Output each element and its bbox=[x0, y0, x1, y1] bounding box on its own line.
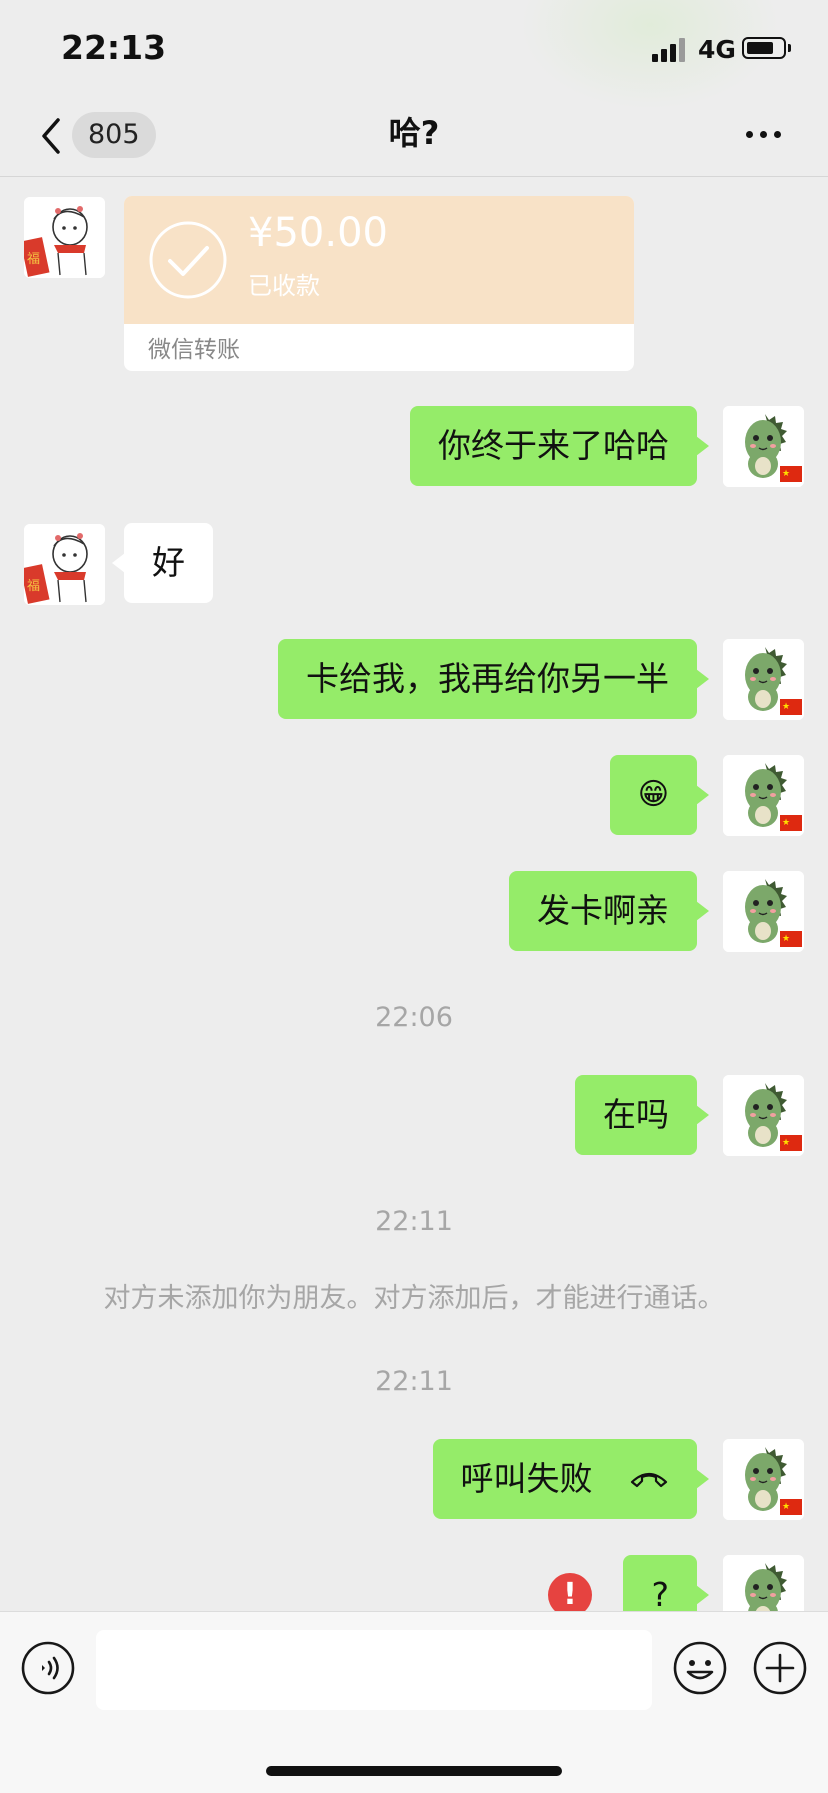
dinosaur-avatar-icon: ★ bbox=[723, 871, 804, 952]
emoji-icon[interactable] bbox=[672, 1640, 728, 1696]
dinosaur-avatar-icon: ★ bbox=[723, 406, 804, 487]
my-avatar[interactable]: ★ bbox=[723, 871, 804, 952]
dinosaur-avatar-icon: ★ bbox=[723, 1555, 804, 1611]
message-timestamp: 22:11 bbox=[375, 1366, 453, 1397]
phone-hangup-icon bbox=[630, 1472, 668, 1487]
svg-text:福: 福 bbox=[27, 579, 40, 594]
incoming-message-bubble[interactable]: 好 bbox=[112, 523, 213, 603]
outgoing-message-bubble[interactable]: 发卡啊亲 bbox=[509, 871, 709, 951]
svg-text:★: ★ bbox=[782, 818, 790, 828]
dinosaur-avatar-icon: ★ bbox=[723, 755, 804, 836]
my-avatar[interactable]: ★ bbox=[723, 406, 804, 487]
message-input[interactable] bbox=[96, 1630, 652, 1710]
dinosaur-avatar-icon: ★ bbox=[723, 1439, 804, 1520]
battery-level bbox=[747, 42, 773, 54]
svg-text:★: ★ bbox=[782, 702, 790, 712]
status-bar: 22:13 4G bbox=[0, 0, 828, 110]
outgoing-message-bubble[interactable]: 在吗 bbox=[575, 1075, 709, 1155]
svg-text:福: 福 bbox=[27, 252, 40, 267]
transfer-card[interactable]: ¥50.00 已收款 微信转账 bbox=[124, 196, 634, 371]
plus-icon[interactable] bbox=[752, 1640, 808, 1696]
outgoing-message-bubble[interactable]: 卡给我，我再给你另一半 bbox=[278, 639, 709, 719]
input-bar bbox=[0, 1611, 828, 1793]
decorative-glow bbox=[520, 0, 780, 110]
my-avatar[interactable]: ★ bbox=[723, 1555, 804, 1611]
signal-strength-icon bbox=[652, 38, 688, 62]
home-indicator[interactable] bbox=[266, 1766, 562, 1776]
outgoing-message-bubble[interactable]: ? bbox=[623, 1555, 709, 1611]
svg-text:★: ★ bbox=[782, 469, 790, 479]
chevron-left-icon[interactable] bbox=[36, 114, 66, 158]
more-dots-icon[interactable] bbox=[744, 122, 784, 142]
contact-avatar[interactable]: 福 bbox=[24, 197, 105, 278]
contact-avatar[interactable]: 福 bbox=[24, 524, 105, 605]
voice-icon[interactable] bbox=[20, 1640, 76, 1696]
dinosaur-avatar-icon: ★ bbox=[723, 1075, 804, 1156]
transfer-status: 已收款 bbox=[248, 272, 320, 300]
girl-avatar-icon: 福 bbox=[24, 524, 105, 605]
svg-text:★: ★ bbox=[782, 1502, 790, 1512]
outgoing-emoji-bubble[interactable]: 😁 bbox=[609, 755, 710, 835]
network-type: 4G bbox=[698, 35, 736, 64]
my-avatar[interactable]: ★ bbox=[723, 1075, 804, 1156]
my-avatar[interactable]: ★ bbox=[723, 639, 804, 720]
call-failed-bubble[interactable]: 呼叫失败 bbox=[432, 1439, 709, 1519]
outgoing-message-bubble[interactable]: 你终于来了哈哈 bbox=[410, 406, 709, 486]
chat-title: 哈? bbox=[388, 114, 440, 152]
my-avatar[interactable]: ★ bbox=[723, 755, 804, 836]
check-circle-icon bbox=[149, 221, 227, 299]
battery-tip bbox=[788, 44, 791, 52]
chat-message-list[interactable]: 福 ¥50.00 已收款 微信转账 你终于来了哈哈 ★ 福 好 卡给我，我再给你… bbox=[0, 177, 828, 1611]
system-notice: 对方未添加你为朋友。对方添加后，才能进行通话。 bbox=[103, 1283, 725, 1314]
call-status-text: 呼叫失败 bbox=[460, 1459, 593, 1498]
send-failed-icon[interactable]: ! bbox=[548, 1573, 592, 1611]
battery-icon bbox=[742, 37, 786, 59]
message-timestamp: 22:11 bbox=[375, 1206, 453, 1237]
message-timestamp: 22:06 bbox=[375, 1002, 453, 1033]
svg-text:★: ★ bbox=[782, 934, 790, 944]
girl-avatar-icon: 福 bbox=[24, 197, 105, 278]
status-time: 22:13 bbox=[61, 28, 167, 67]
transfer-amount: ¥50.00 bbox=[248, 210, 388, 256]
dinosaur-avatar-icon: ★ bbox=[723, 639, 804, 720]
nav-bar: 805 哈? bbox=[0, 100, 828, 177]
my-avatar[interactable]: ★ bbox=[723, 1439, 804, 1520]
svg-text:★: ★ bbox=[782, 1138, 790, 1148]
unread-count-badge[interactable]: 805 bbox=[72, 112, 156, 158]
transfer-label: 微信转账 bbox=[148, 337, 240, 363]
